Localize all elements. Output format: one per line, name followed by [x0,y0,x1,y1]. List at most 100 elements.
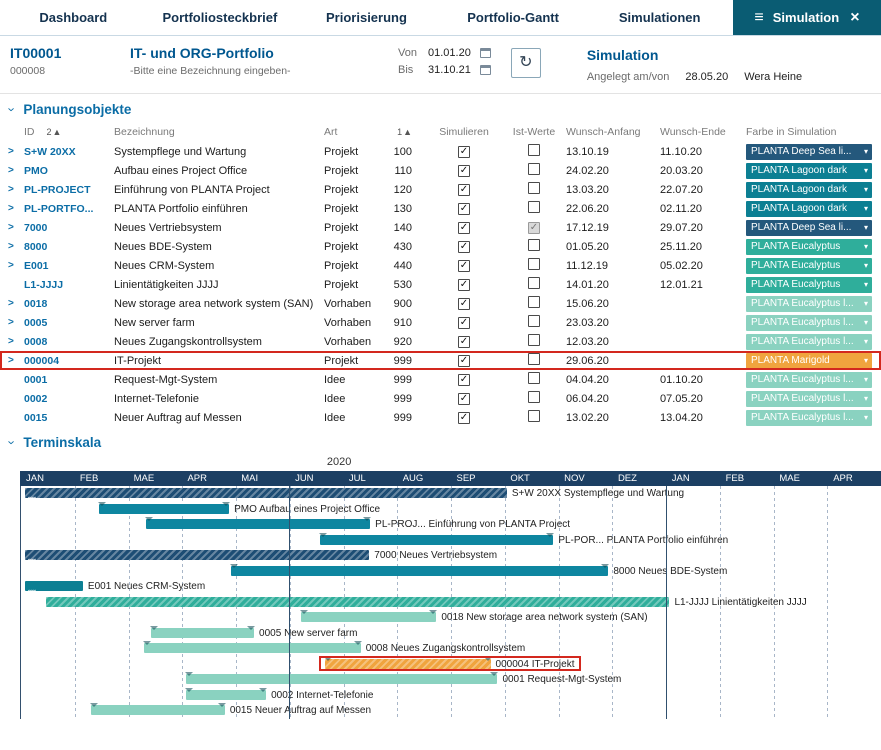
expand-icon[interactable]: > [8,222,24,233]
col-id[interactable]: ID 2▲ [24,126,114,138]
tab-portfoliosteckbrief[interactable]: Portfoliosteckbrief [147,0,294,35]
farbe-dropdown[interactable]: PLANTA Eucalyptus l...▾ [746,391,872,407]
ist-werte-checkbox[interactable] [528,201,540,213]
ist-werte-checkbox[interactable]: ✓ [528,222,540,234]
table-row[interactable]: >0018New storage area network system (SA… [0,294,881,313]
table-row[interactable]: 0001Request-Mgt-SystemIdee999✓04.04.2001… [0,370,881,389]
gantt-bar[interactable] [46,597,670,607]
farbe-dropdown[interactable]: PLANTA Lagoon dark▾ [746,163,872,179]
simulieren-checkbox[interactable]: ✓ [458,260,470,272]
col-wunsch-ende[interactable]: Wunsch-Ende [660,126,746,138]
simulieren-checkbox[interactable]: ✓ [458,184,470,196]
ist-werte-checkbox[interactable] [528,353,540,365]
simulieren-checkbox[interactable]: ✓ [458,393,470,405]
farbe-dropdown[interactable]: PLANTA Deep Sea li...▾ [746,220,872,236]
ist-werte-checkbox[interactable] [528,334,540,346]
row-id-link[interactable]: 8000 [24,241,114,253]
gantt-bar[interactable] [91,705,225,715]
row-id-link[interactable]: 7000 [24,222,114,234]
tab-simulationen[interactable]: Simulationen [586,0,733,35]
simulieren-checkbox[interactable]: ✓ [458,222,470,234]
gantt-bar[interactable] [301,612,437,622]
tab-simulation-active[interactable]: ≡ Simulation × [733,0,881,35]
portfolio-subtitle[interactable]: -Bitte eine Bezeichnung eingeben- [130,65,378,77]
table-row[interactable]: 0015Neuer Auftrag auf MessenIdee999✓13.0… [0,408,881,427]
row-id-link[interactable]: 0005 [24,317,114,329]
expand-icon[interactable]: > [8,203,24,214]
gantt-bar[interactable] [151,628,254,638]
ist-werte-checkbox[interactable] [528,296,540,308]
farbe-dropdown[interactable]: PLANTA Lagoon dark▾ [746,201,872,217]
expand-icon[interactable]: > [8,317,24,328]
row-id-link[interactable]: PMO [24,165,114,177]
farbe-dropdown[interactable]: PLANTA Marigold▾ [746,353,872,369]
simulieren-checkbox[interactable]: ✓ [458,298,470,310]
farbe-dropdown[interactable]: PLANTA Deep Sea li...▾ [746,144,872,160]
gantt-bar[interactable] [146,519,370,529]
simulieren-checkbox[interactable]: ✓ [458,203,470,215]
expand-icon[interactable]: > [8,355,24,366]
collapse-icon[interactable]: › [5,107,20,111]
row-id-link[interactable]: 0002 [24,393,114,405]
table-row[interactable]: >0008Neues ZugangskontrollsystemVorhaben… [0,332,881,351]
row-id-link[interactable]: E001 [24,260,114,272]
row-id-link[interactable]: L1-JJJJ [24,279,114,291]
farbe-dropdown[interactable]: PLANTA Eucalyptus l...▾ [746,315,872,331]
row-id-link[interactable]: PL-PROJECT [24,184,114,196]
tab-priorisierung[interactable]: Priorisierung [293,0,440,35]
table-row[interactable]: L1-JJJJLinientätigkeiten JJJJProjekt530✓… [0,275,881,294]
farbe-dropdown[interactable]: PLANTA Eucalyptus l...▾ [746,296,872,312]
tab-portfolio-gantt[interactable]: Portfolio-Gantt [440,0,587,35]
expand-icon[interactable]: > [8,260,24,271]
expand-icon[interactable]: > [8,336,24,347]
bis-date-value[interactable]: 31.10.21 [428,64,471,76]
farbe-dropdown[interactable]: PLANTA Eucalyptus l...▾ [746,334,872,350]
row-id-link[interactable]: PL-PORTFO... [24,203,114,215]
close-icon[interactable]: × [850,10,859,26]
tab-dashboard[interactable]: Dashboard [0,0,147,35]
gantt-bar[interactable]: «« [25,488,507,498]
row-id-link[interactable]: 0001 [24,374,114,386]
farbe-dropdown[interactable]: PLANTA Eucalyptus▾ [746,239,872,255]
table-row[interactable]: >E001Neues CRM-SystemProjekt440✓11.12.19… [0,256,881,275]
ist-werte-checkbox[interactable] [528,182,540,194]
ist-werte-checkbox[interactable] [528,258,540,270]
ist-werte-checkbox[interactable] [528,372,540,384]
farbe-dropdown[interactable]: PLANTA Eucalyptus▾ [746,277,872,293]
section-title-planungsobjekte[interactable]: Planungsobjekte [23,102,131,117]
ist-werte-checkbox[interactable] [528,277,540,289]
simulieren-checkbox[interactable]: ✓ [458,146,470,158]
simulieren-checkbox[interactable]: ✓ [458,336,470,348]
table-row[interactable]: >000004IT-ProjektProjekt999✓29.06.20PLAN… [0,351,881,370]
gantt-bar[interactable]: «« [25,581,83,591]
simulieren-checkbox[interactable]: ✓ [458,355,470,367]
simulieren-checkbox[interactable]: ✓ [458,279,470,291]
calendar-icon[interactable] [480,65,491,75]
ist-werte-checkbox[interactable] [528,163,540,175]
von-date-value[interactable]: 01.01.20 [428,47,471,59]
gantt-bar[interactable] [320,535,553,545]
col-bezeichnung[interactable]: Bezeichnung [114,126,324,138]
farbe-dropdown[interactable]: PLANTA Eucalyptus l...▾ [746,410,872,426]
calendar-icon[interactable] [480,48,491,58]
row-id-link[interactable]: 0008 [24,336,114,348]
row-id-link[interactable]: 0018 [24,298,114,310]
simulieren-checkbox[interactable]: ✓ [458,374,470,386]
simulieren-checkbox[interactable]: ✓ [458,317,470,329]
col-wunsch-anfang[interactable]: Wunsch-Anfang [566,126,660,138]
ist-werte-checkbox[interactable] [528,315,540,327]
table-row[interactable]: >7000Neues VertriebsystemProjekt140✓✓17.… [0,218,881,237]
gantt-bar[interactable] [186,674,497,684]
row-id-link[interactable]: S+W 20XX [24,146,114,158]
section-title-terminskala[interactable]: Terminskala [23,435,101,450]
ist-werte-checkbox[interactable] [528,391,540,403]
col-simulieren[interactable]: Simulieren [426,126,502,138]
col-farbe[interactable]: Farbe in Simulation [746,126,875,138]
expand-icon[interactable]: > [8,146,24,157]
col-ist-werte[interactable]: Ist-Werte [502,126,566,138]
ist-werte-checkbox[interactable] [528,144,540,156]
simulieren-checkbox[interactable]: ✓ [458,165,470,177]
gantt-bar[interactable] [144,643,361,653]
ist-werte-checkbox[interactable] [528,410,540,422]
farbe-dropdown[interactable]: PLANTA Lagoon dark▾ [746,182,872,198]
